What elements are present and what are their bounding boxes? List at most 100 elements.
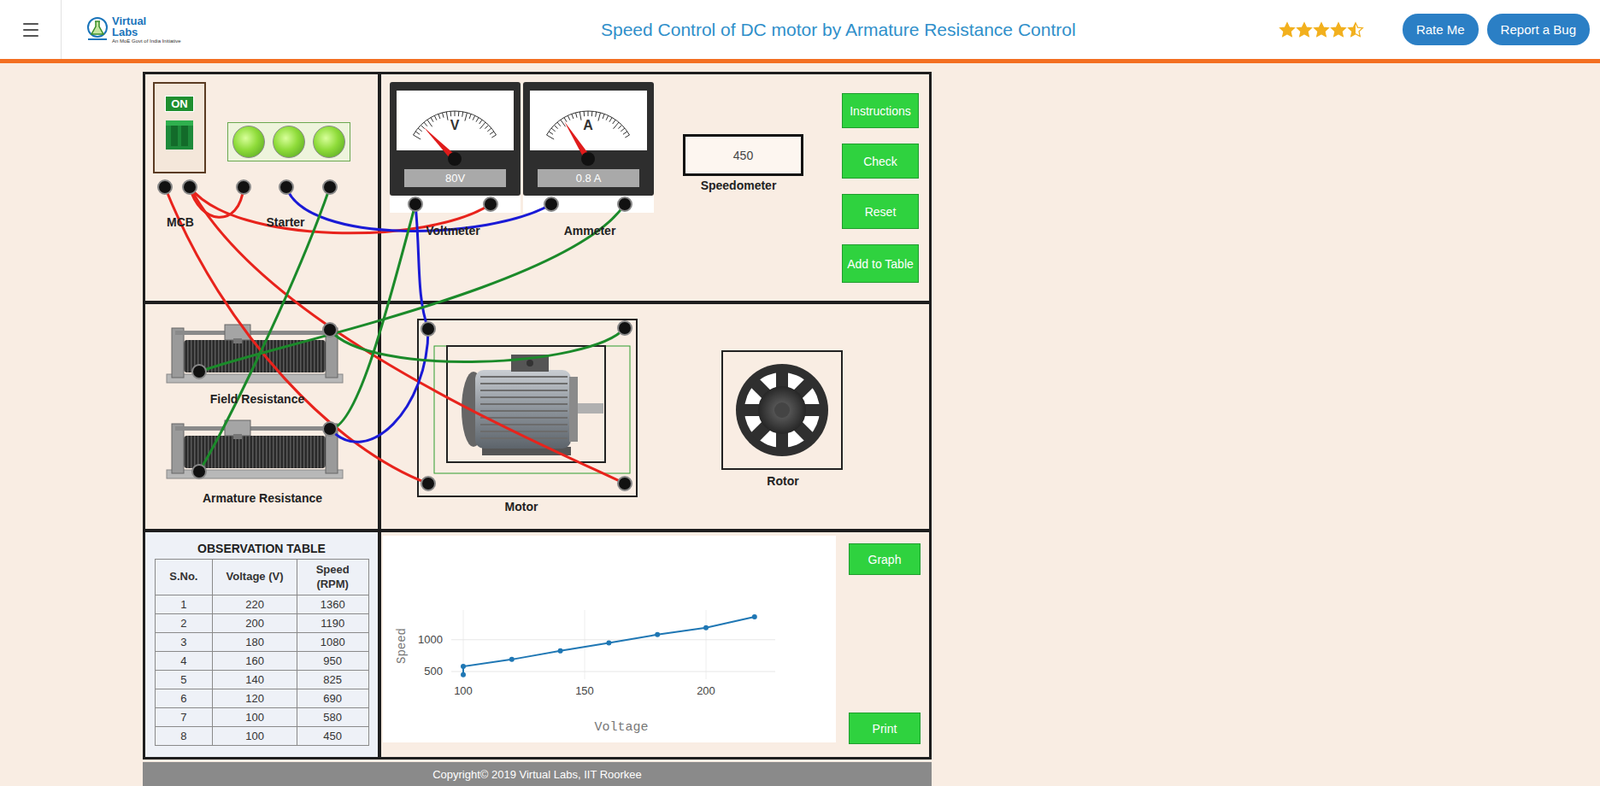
motor [417,318,638,498]
control-button[interactable]: Add to Table [841,244,919,283]
terminal[interactable] [323,422,337,436]
terminal[interactable] [158,180,172,195]
graph-cell: 1001502005001000VoltageSpeedGraphPrint [381,532,930,758]
table-cell: 6 [154,689,213,709]
dial: V [396,90,514,168]
field-resistance[interactable] [163,323,348,387]
star-icon[interactable] [1312,21,1330,39]
terminal[interactable] [279,180,294,195]
rotor-label: Rotor [766,474,799,489]
rotor-icon [723,353,842,467]
starter-label: Starter [265,215,305,230]
terminal[interactable] [408,197,423,212]
graph-buttons: Graph Print [848,535,921,758]
data-point[interactable] [654,632,660,638]
data-point[interactable] [460,672,466,678]
terminal[interactable] [544,197,559,212]
table-cell: 1080 [296,633,369,653]
footer: Copyright© 2019 Virtual Labs, IIT Roorke… [142,762,932,786]
ammeter-label: Ammeter [564,223,617,238]
y-axis-label: Speed [394,628,409,665]
meter-face: A0.8 A [523,82,654,196]
table-cell: 220 [212,595,298,615]
data-point[interactable] [703,625,709,631]
table-cell: 4 [154,652,213,671]
x-axis-label: Voltage [594,720,648,736]
header-button[interactable]: Rate Me [1402,13,1479,46]
field-resistance-label: Field Resistance [210,392,306,406]
logo[interactable]: VirtualLabsAn MoE Govt of India Initiati… [85,15,182,45]
table-header: Voltage (V) [212,559,298,596]
logo-word: Labs [111,26,182,39]
table-cell: 120 [212,689,298,709]
terminal[interactable] [421,322,436,336]
logo-word: Virtual [111,15,182,28]
menu-icon [20,19,42,41]
data-point[interactable] [605,641,612,647]
table-row: 5140825 [154,670,369,690]
terminal[interactable] [617,197,632,212]
terminal[interactable] [617,476,632,491]
voltmeter-label: Voltmeter [425,223,481,238]
table-title: OBSERVATION TABLE [197,541,326,556]
table-row: 12201360 [154,595,369,615]
data-point[interactable] [752,614,758,620]
terminal[interactable] [192,364,206,379]
terminal[interactable] [483,197,498,212]
table-cell: 2 [154,614,213,634]
terminal-strip [523,195,654,213]
table-header: Speed (RPM) [296,559,369,596]
table-cell: 1190 [296,614,369,634]
speedometer: 450 [682,134,804,177]
logo-text: VirtualLabsAn MoE Govt of India Initiati… [111,15,182,45]
x-tick: 150 [575,684,595,698]
graph-button[interactable]: Print [848,712,921,745]
mcb[interactable]: ON [152,82,206,174]
terminal[interactable] [236,180,251,195]
header: VirtualLabsAn MoE Govt of India Initiati… [0,0,1600,64]
main: Instructions Check Reset Add to Table OBSERV… [142,71,932,786]
terminal[interactable] [182,180,197,195]
armature-resistance[interactable] [163,418,348,483]
graph-button[interactable]: Graph [848,543,921,576]
mcb-label: MCB [166,215,195,230]
page-title: Speed Control of DC motor by Armature Re… [600,19,1077,41]
control-button[interactable]: Instructions [841,93,919,129]
table-cell: 100 [212,708,298,728]
terminal[interactable] [617,321,632,336]
terminal[interactable] [323,180,337,195]
data-point[interactable] [509,657,515,663]
meter-face: V80V [389,82,521,196]
logo-icon [85,16,110,42]
terminal[interactable] [421,476,436,491]
data-point[interactable] [558,648,564,654]
terminal-strip [389,195,521,213]
header-left: VirtualLabsAn MoE Govt of India Initiati… [0,0,601,59]
indicator-lamps [227,122,351,162]
table-cell: 3 [154,633,213,653]
header-button[interactable]: Report a Bug [1487,13,1590,46]
graph-box: 1001502005001000VoltageSpeed [382,535,836,743]
table-cell: 5 [154,670,213,690]
rating-stars[interactable] [1278,21,1365,39]
control-button[interactable]: Check [841,143,919,179]
table-cell: 825 [296,670,369,690]
table-row: 22001190 [154,614,369,634]
voltmeter: V80V [389,82,521,213]
wire [189,187,244,218]
wire [329,329,429,442]
star-icon[interactable] [1295,21,1313,39]
table-cell: 100 [212,727,298,747]
control-button[interactable]: Reset [841,194,919,230]
armature-resistance-label: Armature Resistance [202,491,323,506]
star-icon[interactable] [1329,21,1348,39]
terminal[interactable] [323,323,337,337]
star-icon[interactable] [1278,21,1296,39]
star-icon[interactable] [1347,21,1365,39]
wire [199,204,625,372]
terminal[interactable] [192,464,206,479]
data-point[interactable] [460,664,466,670]
menu-button[interactable] [0,0,62,59]
x-tick: 100 [453,684,473,698]
table-row: 7100580 [154,708,369,728]
